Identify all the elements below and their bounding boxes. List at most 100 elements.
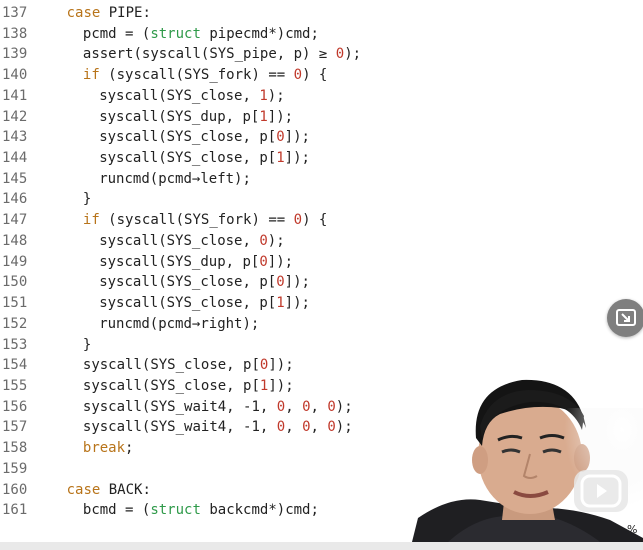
code-text: syscall(SYS_close, 0); [99, 231, 284, 252]
code-token: if [82, 212, 100, 229]
code-line: 147 if (syscall(SYS_fork) == 0) { [0, 210, 643, 231]
code-token: 0 [276, 398, 286, 415]
code-text: syscall(SYS_close, p[0]); [99, 272, 310, 293]
code-token: 0 [259, 232, 268, 249]
play-button[interactable] [574, 470, 628, 512]
code-token: bcmd = ( [82, 502, 151, 519]
line-number: 150 [2, 274, 28, 291]
code-token: syscall(SYS_dup, p[ [99, 108, 260, 125]
code-text: case PIPE: [67, 3, 151, 24]
code-token: 0 [293, 212, 303, 229]
code-token: ); [344, 46, 362, 63]
line-number: 143 [2, 129, 28, 146]
code-token: struct [150, 25, 201, 42]
code-token: ); [335, 398, 353, 415]
code-token: ) { [302, 67, 328, 84]
code-token: 0 [259, 253, 268, 270]
line-number: 140 [2, 67, 28, 84]
code-token: syscall(SYS_dup, p[ [99, 253, 260, 270]
code-text: syscall(SYS_close, p[0]); [83, 355, 294, 376]
play-icon [580, 474, 622, 508]
line-number: 138 [2, 25, 28, 42]
code-token: ); [267, 87, 285, 104]
code-token: ); [267, 232, 285, 249]
code-token: 1 [259, 87, 268, 104]
code-token: if [82, 67, 100, 84]
code-line: 146} [0, 189, 643, 210]
code-token: syscall(SYS_wait4, -1, [82, 398, 277, 415]
bottom-scrollbar[interactable] [0, 542, 643, 550]
code-line: 151 syscall(SYS_close, p[1]); [0, 293, 643, 314]
code-token: case [66, 481, 101, 498]
code-text: } [83, 189, 91, 210]
code-line: 144 syscall(SYS_close, p[1]); [0, 148, 643, 169]
code-token: syscall(SYS_close, p[ [99, 129, 277, 146]
line-number: 160 [2, 481, 28, 498]
code-token: ]); [284, 274, 310, 291]
line-number: 147 [2, 212, 28, 229]
webcam-overlay [410, 368, 643, 550]
code-token: 1 [276, 295, 285, 312]
code-text: syscall(SYS_dup, p[0]); [99, 252, 293, 273]
line-number: 161 [2, 502, 28, 519]
code-line: 139 assert(syscall(SYS_pipe, p) ≥ 0); [0, 44, 643, 65]
code-token: syscall(SYS_close, [99, 87, 260, 104]
code-token: assert(syscall(SYS_pipe, p) ≥ [82, 46, 336, 63]
code-text: if (syscall(SYS_fork) == 0) { [83, 210, 327, 231]
code-token: struct [150, 502, 201, 519]
code-token: syscall(SYS_close, p[ [82, 357, 260, 374]
code-token: break [82, 440, 126, 457]
code-token: 0 [293, 67, 303, 84]
code-token: syscall(SYS_close, p[ [99, 274, 277, 291]
code-line: 143 syscall(SYS_close, p[0]); [0, 127, 643, 148]
screen-toggle-button[interactable] [607, 299, 643, 337]
code-token: ]); [284, 129, 310, 146]
code-text: if (syscall(SYS_fork) == 0) { [83, 65, 327, 86]
presenter-video [410, 379, 643, 550]
code-token: case [66, 5, 101, 21]
code-token: , [310, 419, 328, 436]
line-number: 156 [2, 398, 28, 415]
code-token: 1 [276, 150, 285, 167]
code-token: syscall(SYS_close, [99, 232, 260, 249]
code-line: 141 syscall(SYS_close, 1); [0, 86, 643, 107]
code-token: runcmd(pcmd→right); [99, 315, 260, 332]
exit-fullscreen-icon [616, 309, 636, 326]
code-token: ]); [284, 295, 310, 312]
code-text: break; [83, 438, 134, 459]
line-number: 146 [2, 191, 28, 208]
code-token: ; [125, 440, 134, 457]
line-number: 158 [2, 440, 28, 457]
code-text: syscall(SYS_close, 1); [99, 86, 284, 107]
code-text: syscall(SYS_wait4, -1, 0, 0, 0); [83, 417, 353, 438]
code-token: runcmd(pcmd→left); [99, 170, 251, 187]
line-number: 142 [2, 108, 28, 125]
code-token: ]); [284, 150, 310, 167]
code-line: 145 runcmd(pcmd→left); [0, 169, 643, 190]
code-token: , [285, 398, 303, 415]
code-line: 140 if (syscall(SYS_fork) == 0) { [0, 65, 643, 86]
code-line: 149 syscall(SYS_dup, p[0]); [0, 252, 643, 273]
code-token: ]); [268, 357, 294, 374]
code-token: 1 [259, 108, 268, 125]
code-text: case BACK: [67, 480, 151, 501]
line-number: 137 [2, 5, 28, 21]
code-token: 0 [276, 419, 286, 436]
code-token: syscall(SYS_close, p[ [82, 377, 260, 394]
code-text: syscall(SYS_close, p[1]); [99, 148, 310, 169]
code-line: 142 syscall(SYS_dup, p[1]); [0, 107, 643, 128]
code-text: pcmd = (struct pipecmd*)cmd; [83, 24, 319, 45]
code-token: ) { [302, 212, 328, 229]
line-number: 155 [2, 377, 28, 394]
code-token: ]); [267, 108, 294, 125]
code-token: pcmd = ( [82, 25, 151, 42]
code-token: 0 [302, 419, 311, 436]
code-text: syscall(SYS_close, p[1]); [99, 293, 310, 314]
line-number: 149 [2, 253, 28, 270]
code-token: (syscall(SYS_fork) == [99, 212, 294, 229]
code-token: (syscall(SYS_fork) == [99, 67, 294, 84]
code-token: ]); [267, 253, 294, 270]
code-line: 148 syscall(SYS_close, 0); [0, 231, 643, 252]
line-number: 145 [2, 170, 28, 187]
code-token: 0 [327, 419, 336, 436]
